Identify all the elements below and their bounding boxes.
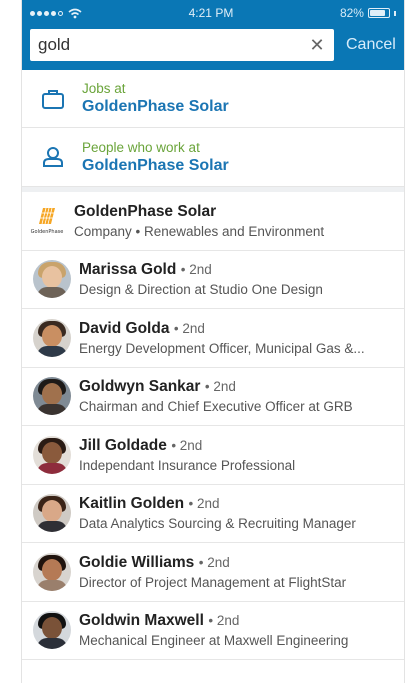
avatar <box>33 611 71 650</box>
person-headline: Mechanical Engineer at Maxwell Engineeri… <box>79 633 349 649</box>
suggestion-company: GoldenPhase Solar <box>82 98 229 115</box>
avatar <box>33 435 71 474</box>
status-bar: 4:21 PM 82% <box>22 0 404 26</box>
person-row[interactable]: Goldwin Maxwell • 2nd Mechanical Enginee… <box>22 602 404 660</box>
person-row[interactable]: Goldwyn Sankar • 2nd Chairman and Chief … <box>22 368 404 426</box>
avatar <box>33 494 71 533</box>
row-text: Kaitlin Golden • 2nd Data Analytics Sour… <box>79 495 379 531</box>
row-text: GoldenPhase Solar Company • Renewables a… <box>74 203 374 239</box>
company-logo: GoldenPhase <box>24 202 70 240</box>
suggestion-jobs-at[interactable]: Jobs at GoldenPhase Solar <box>22 70 404 128</box>
row-text: Marissa Gold • 2nd Design & Direction at… <box>79 261 379 297</box>
status-time: 4:21 PM <box>188 6 234 20</box>
company-logo-text: GoldenPhase <box>30 228 64 235</box>
person-name: Goldwin Maxwell <box>79 612 204 630</box>
search-box: ✕ <box>30 29 334 61</box>
person-name: Marissa Gold <box>79 261 177 279</box>
close-icon[interactable]: ✕ <box>308 35 326 56</box>
battery-fill <box>369 10 385 16</box>
person-row[interactable]: Marissa Gold • 2nd Design & Direction at… <box>22 251 404 309</box>
app-header: 4:21 PM 82% ✕ Cancel <box>22 0 404 70</box>
suggestion-company: GoldenPhase Solar <box>82 156 229 174</box>
suggestion-prefix: People who work at <box>82 139 200 155</box>
avatar <box>33 260 71 299</box>
company-subtitle: Company • Renewables and Environment <box>74 223 325 239</box>
status-right: 82% <box>340 6 396 20</box>
avatar <box>33 552 71 591</box>
person-headline: Director of Project Management at Flight… <box>79 574 347 590</box>
signal-strength-icon <box>30 10 63 16</box>
suggestion-prefix: Jobs at <box>82 81 126 96</box>
person-headline: Design & Direction at Studio One Design <box>79 282 323 298</box>
person-icon <box>43 147 63 167</box>
person-row[interactable]: Kaitlin Golden • 2nd Data Analytics Sour… <box>22 485 404 543</box>
person-row[interactable]: Goldie Williams • 2nd Director of Projec… <box>22 543 404 602</box>
briefcase-icon <box>42 89 64 109</box>
person-name: Goldie Williams <box>79 553 195 571</box>
row-text: Jill Goldade • 2nd Independant Insurance… <box>79 437 379 473</box>
connection-degree: • 2nd <box>171 437 203 453</box>
company-name: GoldenPhase Solar <box>74 202 217 220</box>
person-headline: Data Analytics Sourcing & Recruiting Man… <box>79 516 356 532</box>
avatar <box>33 377 71 416</box>
person-name: Goldwyn Sankar <box>79 378 201 396</box>
suggestion-text: People who work at GoldenPhase Solar <box>82 140 229 175</box>
person-name: Jill Goldade <box>79 436 167 454</box>
connection-degree: • 2nd <box>208 613 240 629</box>
row-text: Goldwin Maxwell • 2nd Mechanical Enginee… <box>79 612 379 648</box>
battery-tip <box>393 10 396 16</box>
status-left <box>30 8 82 19</box>
battery-icon <box>367 8 390 18</box>
battery-percent: 82% <box>339 6 364 20</box>
company-result-row[interactable]: GoldenPhase GoldenPhase Solar Company • … <box>22 192 404 251</box>
person-headline: Energy Development Officer, Municipal Ga… <box>79 340 365 356</box>
person-name: Kaitlin Golden <box>79 495 185 513</box>
suggestion-text: Jobs at GoldenPhase Solar <box>82 81 229 116</box>
avatar <box>33 318 71 357</box>
person-headline: Chairman and Chief Executive Officer at … <box>79 399 353 415</box>
connection-degree: • 2nd <box>188 496 220 512</box>
wifi-icon <box>68 8 82 18</box>
connection-degree: • 2nd <box>198 554 230 570</box>
person-row[interactable]: Jill Goldade • 2nd Independant Insurance… <box>22 426 404 485</box>
solar-panel-icon <box>39 207 55 224</box>
row-text: David Golda • 2nd Energy Development Off… <box>79 320 379 356</box>
person-row[interactable]: David Golda • 2nd Energy Development Off… <box>22 309 404 368</box>
connection-degree: • 2nd <box>180 262 212 278</box>
phone-screen: 4:21 PM 82% ✕ Cancel Jobs at GoldenP <box>21 0 405 683</box>
person-name: David Golda <box>79 319 170 337</box>
cancel-button[interactable]: Cancel <box>346 36 396 54</box>
search-input[interactable] <box>38 35 308 55</box>
suggestion-people-at[interactable]: People who work at GoldenPhase Solar <box>22 128 404 186</box>
connection-degree: • 2nd <box>204 379 236 395</box>
connection-degree: • 2nd <box>173 320 205 336</box>
person-headline: Independant Insurance Professional <box>79 457 296 473</box>
search-row: ✕ Cancel <box>22 26 404 61</box>
row-text: Goldwyn Sankar • 2nd Chairman and Chief … <box>79 378 379 414</box>
row-text: Goldie Williams • 2nd Director of Projec… <box>79 554 379 590</box>
